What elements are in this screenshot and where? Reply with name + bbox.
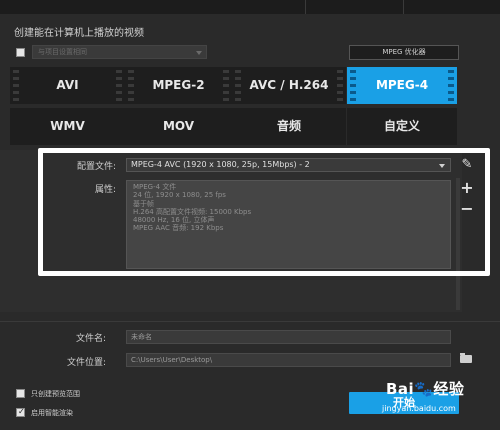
divider [0, 321, 500, 322]
format-label: MPEG-4 [375, 78, 429, 92]
format-avc-h264[interactable]: AVC / H.264 [232, 67, 346, 104]
filename-label: 文件名: [75, 334, 106, 344]
paw-icon: 🐾 [414, 380, 434, 398]
format-label: MPEG-2 [152, 78, 205, 92]
watermark-url: jingyan.baidu.com [382, 404, 456, 413]
format-wmv[interactable]: WMV [10, 108, 125, 145]
watermark-brand: Bai🐾经验 [386, 378, 464, 399]
file-location-input[interactable]: C:\Users\User\Desktop\ [126, 353, 451, 367]
format-label: AVC / H.264 [249, 78, 329, 92]
file-location-label: 文件位置: [66, 358, 106, 368]
project-settings-select[interactable]: 与项目设置相同 [32, 45, 207, 59]
watermark-bai: Bai [386, 380, 415, 398]
format-mov[interactable]: MOV [125, 108, 232, 145]
format-audio[interactable]: 音频 [232, 108, 346, 145]
same-as-project-checkbox[interactable] [16, 48, 25, 57]
smart-render-checkbox[interactable]: ✓ [16, 407, 25, 417]
format-label: 音频 [276, 119, 301, 133]
baidu-watermark: Bai🐾经验 jingyan.baidu.com [380, 374, 498, 426]
format-label: 自定义 [383, 119, 420, 133]
preview-only-checkbox[interactable] [16, 389, 25, 398]
highlight-frame [38, 148, 490, 276]
section-title: 创建能在计算机上播放的视频 [14, 28, 144, 39]
format-label: WMV [50, 119, 85, 133]
filename-input[interactable]: 未命名 [126, 330, 451, 344]
format-mpeg2[interactable]: MPEG-2 [125, 67, 232, 104]
preview-only-label: 只创建预览范围 [31, 390, 80, 398]
watermark-suffix: 经验 [433, 380, 465, 398]
format-mpeg4[interactable]: MPEG-4 [347, 67, 457, 104]
title-bar [0, 0, 500, 14]
format-custom[interactable]: 自定义 [347, 108, 457, 145]
smart-render-label: 启用智能渲染 [31, 409, 73, 417]
checkmark-icon: ✓ [18, 407, 25, 416]
format-label: AVI [56, 78, 79, 92]
format-grid: AVI MPEG-2 AVC / H.264 MPEG-4 WMV MOV 音频… [10, 67, 470, 145]
chevron-down-icon [196, 51, 202, 55]
mpeg-optimizer-button[interactable]: MPEG 优化器 [349, 45, 459, 60]
format-avi[interactable]: AVI [10, 67, 125, 104]
project-settings-label: 与项目设置相同 [38, 48, 87, 56]
folder-icon[interactable] [460, 353, 472, 363]
format-label: MOV [162, 119, 195, 133]
